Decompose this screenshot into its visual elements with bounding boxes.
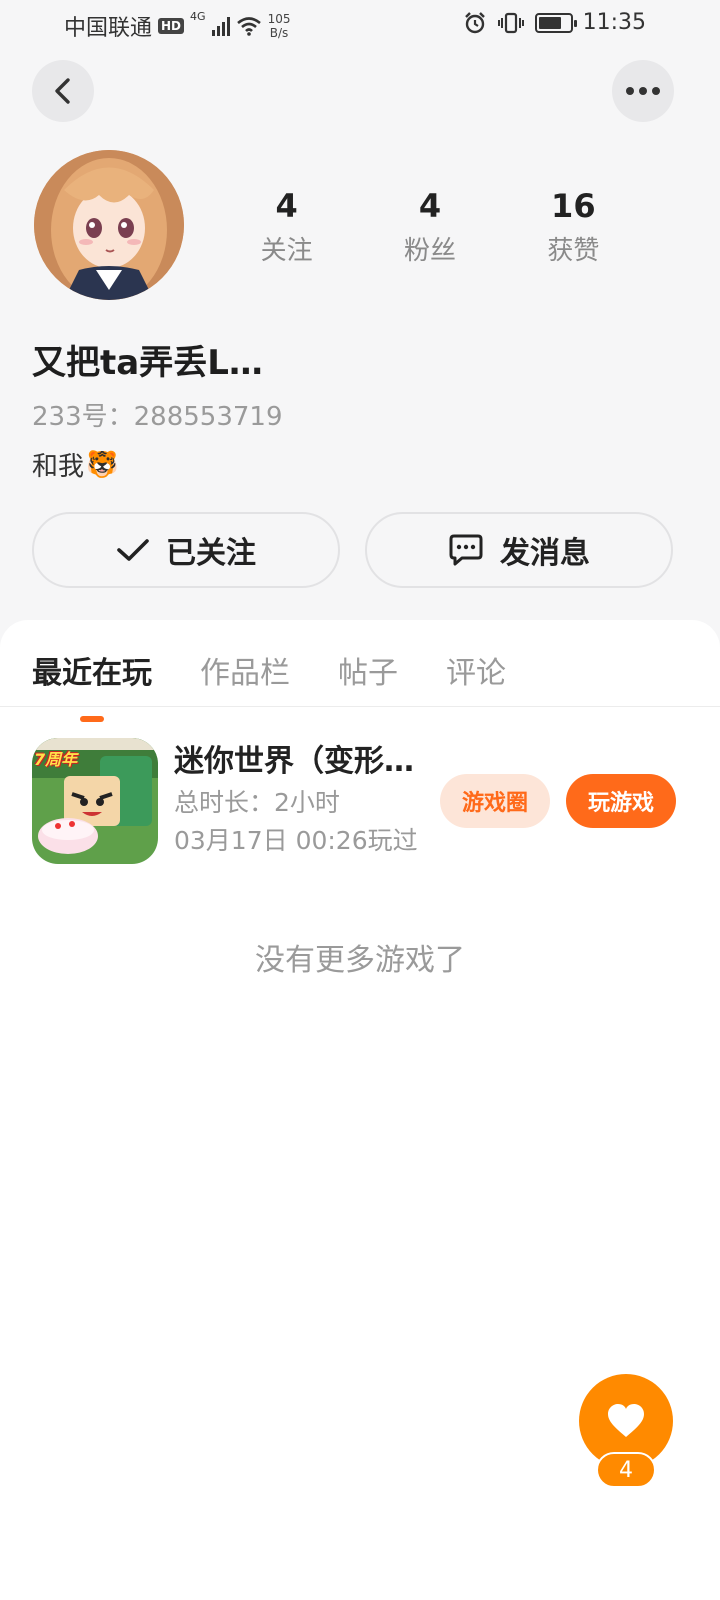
tab-comments[interactable]: 评论	[446, 648, 506, 692]
send-message-label: 发消息	[500, 536, 590, 571]
username: 又把ta弄丢L…	[32, 343, 263, 383]
game-info: 迷你世界（变形… 总时长：2小时 03月17日 00:26玩过	[174, 742, 418, 860]
net-speed-value: 105	[267, 12, 291, 26]
stat-label: 粉丝	[403, 236, 456, 266]
profile-stats: 4 关注 4 粉丝 16 获赞	[215, 186, 645, 267]
wifi-icon	[236, 17, 261, 36]
user-bio: 和我 🐯	[32, 446, 118, 483]
avatar[interactable]	[34, 150, 184, 300]
profile-tabs: 最近在玩 作品栏 帖子 评论	[32, 648, 506, 692]
vibrate-icon	[497, 12, 524, 33]
send-message-button[interactable]: 发消息	[365, 512, 673, 588]
carrier-label: 中国联通	[64, 16, 153, 41]
stat-likes[interactable]: 16 获赞	[502, 186, 645, 267]
stat-label: 获赞	[547, 236, 600, 266]
tab-works[interactable]: 作品栏	[200, 648, 290, 692]
back-icon	[55, 78, 70, 104]
more-button[interactable]	[612, 60, 674, 122]
more-icon	[626, 87, 660, 95]
net-speed-unit: B/s	[269, 26, 289, 40]
game-icon[interactable]: 7周年	[32, 738, 158, 864]
hd-badge: HD	[158, 18, 185, 34]
network-type: 4G	[190, 10, 206, 23]
check-icon	[117, 539, 149, 561]
stat-followers[interactable]: 4 粉丝	[358, 186, 501, 267]
user-id: 233号：288553719	[32, 402, 283, 432]
tiger-emoji-icon: 🐯	[86, 449, 119, 480]
clock: 11:35	[582, 10, 646, 35]
stat-following[interactable]: 4 关注	[215, 186, 358, 267]
message-icon	[449, 534, 483, 566]
tab-divider	[0, 706, 720, 707]
stat-label: 关注	[260, 236, 313, 266]
game-last-played: 03月17日 00:26玩过	[174, 826, 418, 855]
back-button[interactable]	[32, 60, 94, 122]
followed-button[interactable]: 已关注	[32, 512, 340, 588]
like-count-badge: 4	[596, 1452, 656, 1488]
signal-icon	[211, 16, 230, 36]
alarm-icon	[464, 11, 485, 33]
game-total-time: 总时长：2小时	[174, 788, 340, 817]
avatar-image	[34, 150, 184, 300]
anniversary-badge: 7周年	[34, 750, 78, 769]
status-left: 中国联通 HD 4G 105 B/s	[64, 10, 290, 42]
empty-list-text: 没有更多游戏了	[255, 943, 465, 978]
status-right: 11:35	[463, 10, 646, 35]
tab-posts[interactable]: 帖子	[338, 648, 398, 692]
play-game-button[interactable]: 玩游戏	[566, 774, 676, 828]
battery-icon	[534, 12, 577, 33]
game-list-item[interactable]: 7周年 迷你世界（变形… 总时长：2小时 03月17日 00:26玩过 游戏圈 …	[32, 738, 688, 864]
bio-text: 和我	[32, 452, 85, 482]
stat-value: 4	[418, 187, 442, 225]
tab-recent-played[interactable]: 最近在玩	[32, 648, 152, 692]
followed-button-label: 已关注	[166, 536, 256, 571]
game-title: 迷你世界（变形…	[174, 744, 414, 779]
stat-value: 16	[551, 187, 596, 225]
game-circle-button[interactable]: 游戏圈	[440, 774, 550, 828]
heart-icon	[608, 1404, 644, 1437]
stat-value: 4	[275, 187, 298, 225]
status-bar: 中国联通 HD 4G 105 B/s 11:35	[0, 0, 720, 52]
net-speed: 105 B/s	[268, 12, 291, 40]
